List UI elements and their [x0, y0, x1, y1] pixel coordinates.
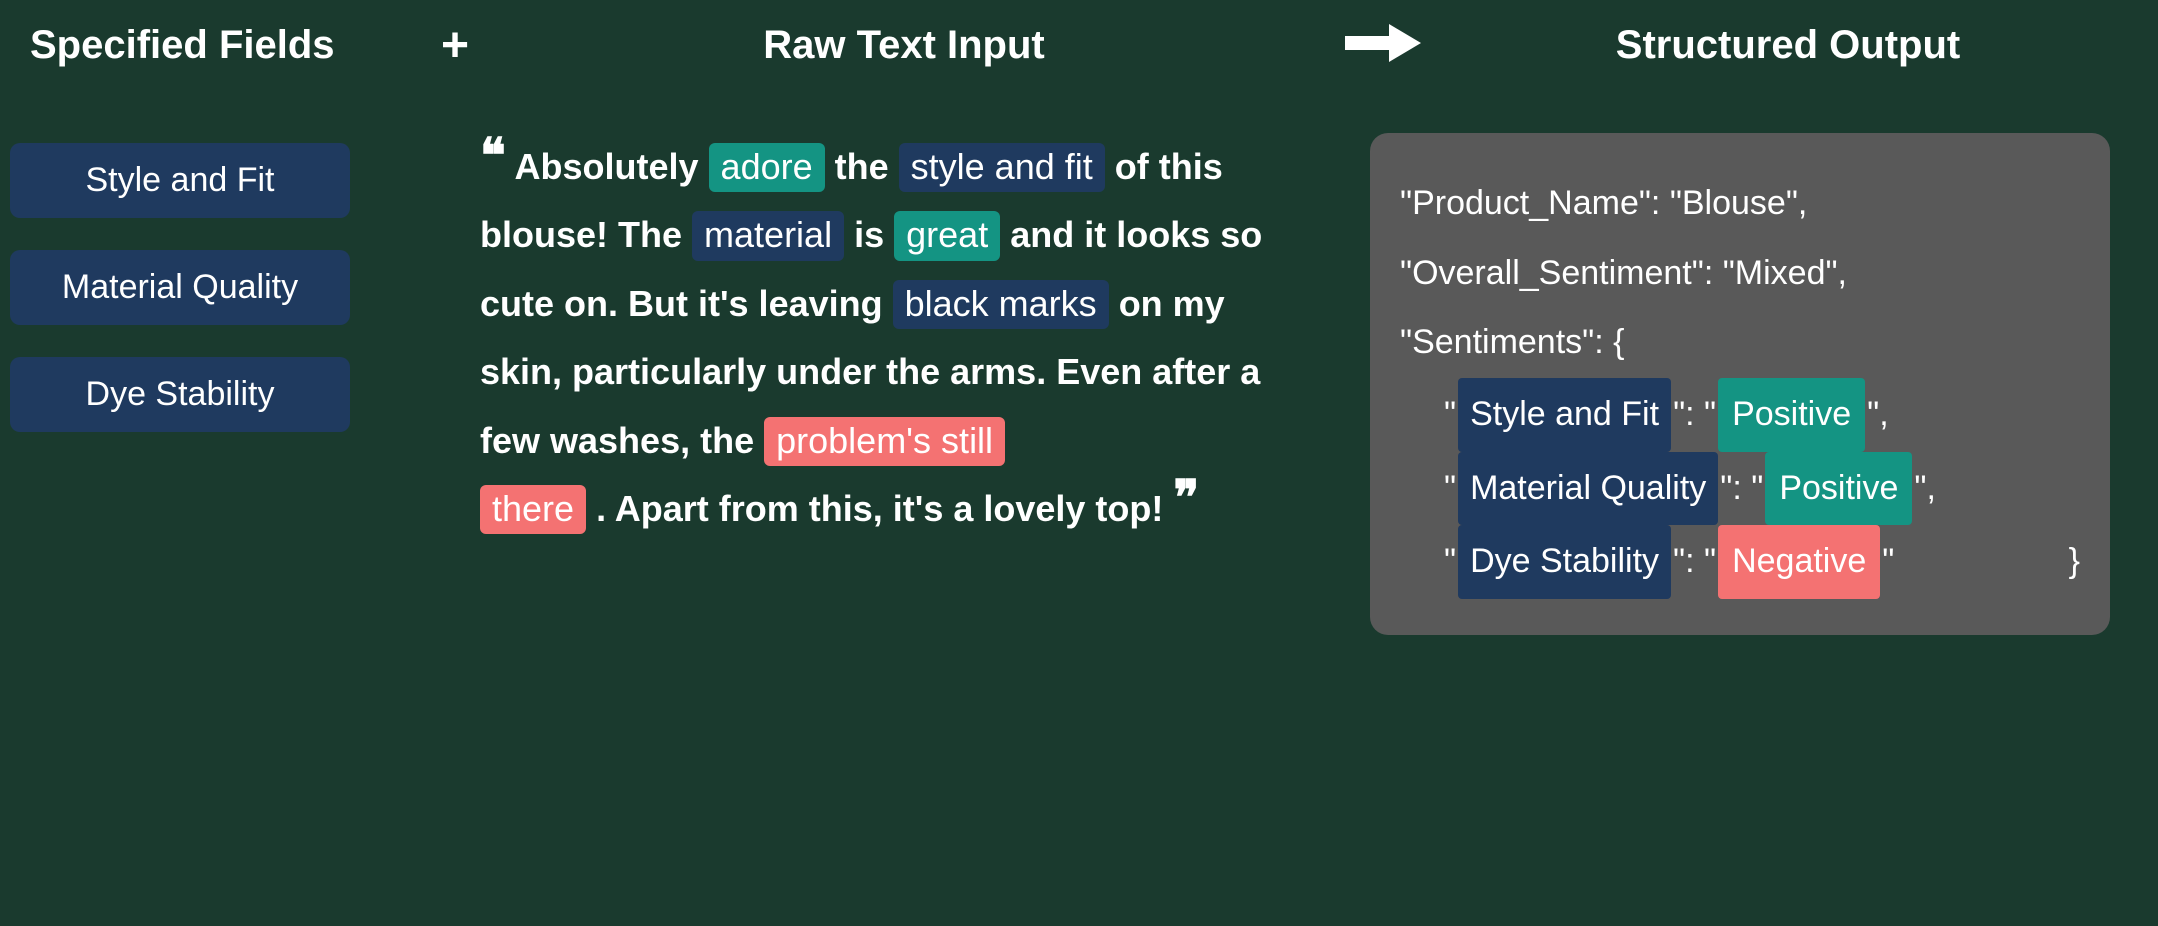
highlight-great: great: [894, 211, 1000, 260]
output-row-material-quality: "Material Quality": "Positive",: [1400, 452, 2080, 526]
field-chip-dye-stability: Dye Stability: [10, 357, 350, 432]
review-paragraph: ❝ Absolutely adore the style and fit of …: [480, 133, 1310, 543]
highlight-there: there: [480, 485, 586, 534]
key-chip: Material Quality: [1458, 452, 1718, 526]
highlight-problem-still: problem's still: [764, 417, 1005, 466]
field-chip-style-and-fit: Style and Fit: [10, 143, 350, 218]
output-column: "Product_Name": "Blouse", "Overall_Senti…: [1370, 133, 2110, 635]
header-structured-output: Structured Output: [1448, 23, 2128, 68]
header-specified-fields: Specified Fields: [30, 23, 420, 68]
output-row-dye-stability: "Dye Stability": "Negative" }: [1400, 525, 2080, 599]
highlight-style-and-fit: style and fit: [899, 143, 1105, 192]
fields-column: Style and Fit Material Quality Dye Stabi…: [10, 133, 350, 432]
output-product-name: "Product_Name": "Blouse",: [1400, 169, 2080, 239]
header-raw-text: Raw Text Input: [490, 23, 1318, 68]
close-brace: }: [2049, 527, 2080, 597]
body-row: Style and Fit Material Quality Dye Stabi…: [0, 73, 2158, 635]
highlight-adore: adore: [709, 143, 825, 192]
close-quote-icon: ❞: [1173, 475, 1199, 523]
output-overall-sentiment: "Overall_Sentiment": "Mixed",: [1400, 239, 2080, 309]
raw-text-column: ❝ Absolutely adore the style and fit of …: [480, 133, 1310, 543]
output-row-style-and-fit: "Style and Fit": "Positive",: [1400, 378, 2080, 452]
val-chip-positive: Positive: [1718, 378, 1865, 452]
plus-icon: +: [420, 18, 490, 73]
open-quote-icon: ❝: [480, 133, 506, 181]
key-chip: Style and Fit: [1458, 378, 1671, 452]
text-segment: . Apart from this, it's a lovely top!: [596, 488, 1163, 529]
highlight-material: material: [692, 211, 844, 260]
arrow-icon: [1318, 24, 1448, 67]
text-segment: is: [854, 214, 884, 255]
val-chip-positive: Positive: [1765, 452, 1912, 526]
key-chip: Dye Stability: [1458, 525, 1671, 599]
output-sentiments-open: "Sentiments": {: [1400, 308, 2080, 378]
field-chip-material-quality: Material Quality: [10, 250, 350, 325]
header-row: Specified Fields + Raw Text Input Struct…: [0, 0, 2158, 73]
highlight-black-marks: black marks: [893, 280, 1109, 329]
text-segment: Absolutely: [515, 146, 699, 187]
output-box: "Product_Name": "Blouse", "Overall_Senti…: [1370, 133, 2110, 635]
text-segment: the: [835, 146, 889, 187]
val-chip-negative: Negative: [1718, 525, 1880, 599]
